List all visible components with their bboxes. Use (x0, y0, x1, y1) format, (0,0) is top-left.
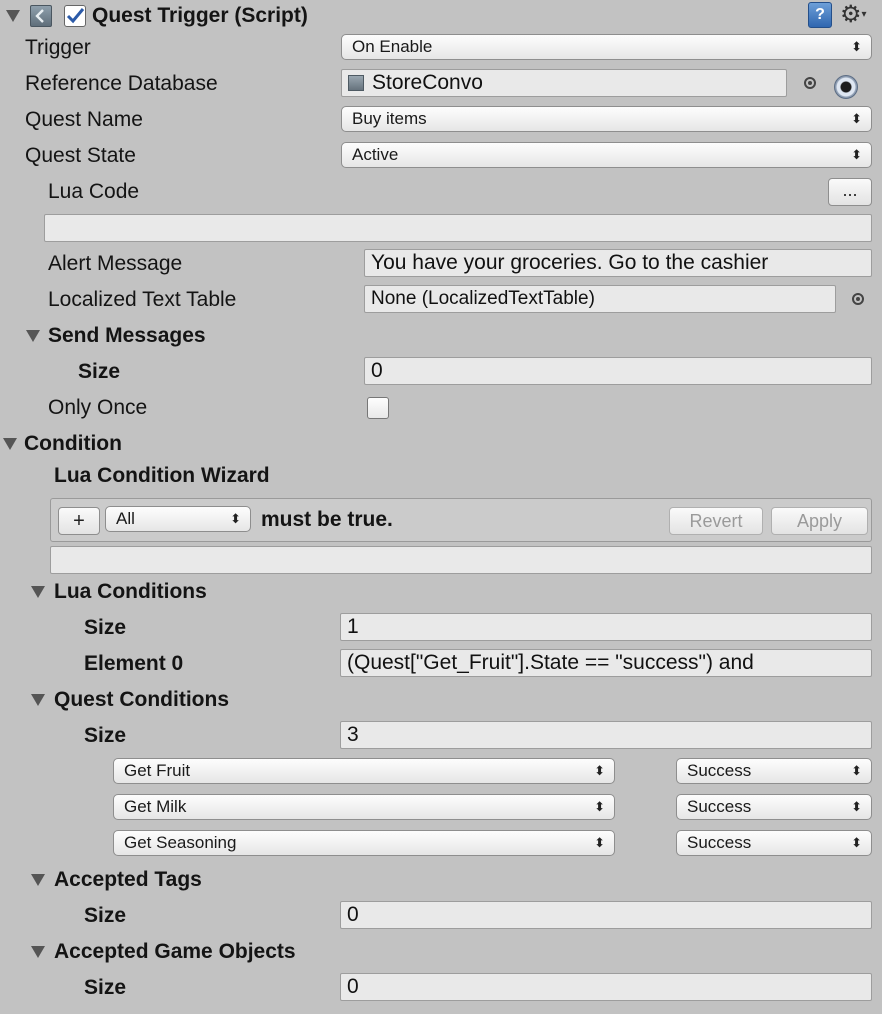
updown-arrows-icon: ⬍ (851, 763, 862, 778)
quest-name-value: Buy items (352, 109, 427, 128)
quest-condition-state-popup[interactable]: Success ⬍ (676, 758, 872, 784)
updown-arrows-icon: ⬍ (851, 147, 862, 162)
lua-code-label: Lua Code (48, 180, 140, 203)
quest-name-popup[interactable]: Buy items ⬍ (341, 106, 872, 132)
condition-label: Condition (24, 432, 122, 455)
quest-condition-quest-popup[interactable]: Get Seasoning ⬍ (113, 830, 615, 856)
lua-conditions-label: Lua Conditions (54, 580, 207, 603)
updown-arrows-icon: ⬍ (851, 111, 862, 126)
updown-arrows-icon: ⬍ (594, 763, 605, 778)
lua-code-field[interactable] (44, 214, 872, 242)
only-once-label: Only Once (48, 396, 148, 419)
component-foldout-icon[interactable] (6, 10, 20, 22)
send-messages-label: Send Messages (48, 324, 206, 347)
trigger-label: Trigger (25, 36, 91, 59)
reference-database-label: Reference Database (25, 72, 218, 95)
accepted-tags-foldout-icon[interactable] (31, 874, 45, 886)
updown-arrows-icon: ⬍ (851, 39, 862, 54)
checkmark-icon (66, 8, 85, 24)
lua-conditions-foldout-icon[interactable] (31, 586, 45, 598)
lua-conditions-size-label: Size (84, 616, 127, 639)
quest-condition-state-value: Success (687, 833, 752, 852)
alert-message-field[interactable]: You have your groceries. Go to the cashi… (364, 249, 872, 277)
quest-conditions-size-field[interactable]: 3 (340, 721, 872, 749)
send-messages-foldout-icon[interactable] (26, 330, 40, 342)
element-0-field[interactable]: (Quest["Get_Fruit"].State == "success") … (340, 649, 872, 677)
apply-button[interactable]: Apply (771, 507, 868, 535)
quest-condition-quest-value: Get Milk (124, 797, 187, 816)
quest-name-label: Quest Name (25, 108, 143, 131)
quest-conditions-size-label: Size (84, 724, 127, 747)
updown-arrows-icon: ⬍ (594, 799, 605, 814)
quest-state-popup[interactable]: Active ⬍ (341, 142, 872, 168)
quest-condition-quest-value: Get Seasoning (124, 833, 237, 852)
accepted-game-objects-size-label: Size (84, 976, 127, 999)
condition-mode-value: All (116, 509, 135, 528)
object-picker-icon[interactable] (804, 77, 816, 89)
quest-condition-state-value: Success (687, 797, 752, 816)
trigger-value: On Enable (352, 37, 433, 56)
component-title: Quest Trigger (Script) (92, 4, 308, 27)
reference-database-value: StoreConvo (372, 71, 483, 94)
element-0-label: Element 0 (84, 652, 184, 675)
quest-state-value: Active (352, 145, 399, 164)
help-icon[interactable]: ? (808, 2, 832, 28)
trigger-popup[interactable]: On Enable ⬍ (341, 34, 872, 60)
quest-condition-quest-popup[interactable]: Get Milk ⬍ (113, 794, 615, 820)
lua-conditions-size-field[interactable]: 1 (340, 613, 872, 641)
quest-conditions-label: Quest Conditions (54, 688, 229, 711)
updown-arrows-icon: ⬍ (851, 799, 862, 814)
alert-message-label: Alert Message (48, 252, 183, 275)
script-icon (30, 5, 52, 27)
quest-condition-quest-popup[interactable]: Get Fruit ⬍ (113, 758, 615, 784)
gear-icon[interactable]: ⚙▾ (840, 0, 872, 30)
revert-button[interactable]: Revert (669, 507, 763, 535)
quest-condition-state-popup[interactable]: Success ⬍ (676, 830, 872, 856)
wizard-output-field[interactable] (50, 546, 872, 574)
must-be-true-label: must be true. (261, 508, 393, 531)
updown-arrows-icon: ⬍ (594, 835, 605, 850)
quest-condition-quest-value: Get Fruit (124, 761, 191, 780)
send-messages-size-field[interactable]: 0 (364, 357, 872, 385)
add-condition-button[interactable]: + (58, 507, 100, 535)
condition-mode-popup[interactable]: All ⬍ (105, 506, 251, 532)
updown-arrows-icon: ⬍ (851, 835, 862, 850)
quest-state-label: Quest State (25, 144, 136, 167)
accepted-game-objects-foldout-icon[interactable] (31, 946, 45, 958)
localized-text-table-field[interactable]: None (LocalizedTextTable) (364, 285, 836, 313)
quest-condition-state-popup[interactable]: Success ⬍ (676, 794, 872, 820)
accepted-game-objects-size-field[interactable]: 0 (340, 973, 872, 1001)
accepted-tags-size-field[interactable]: 0 (340, 901, 872, 929)
updown-arrows-icon: ⬍ (230, 511, 241, 526)
localized-text-table-label: Localized Text Table (48, 288, 237, 311)
accepted-tags-size-label: Size (84, 904, 127, 927)
quest-condition-state-value: Success (687, 761, 752, 780)
radio-selected-icon[interactable] (834, 75, 858, 99)
reference-database-field[interactable]: StoreConvo (341, 69, 787, 97)
quest-conditions-foldout-icon[interactable] (31, 694, 45, 706)
object-picker-icon[interactable] (852, 293, 864, 305)
enabled-checkbox[interactable] (64, 5, 86, 27)
send-messages-size-label: Size (78, 360, 121, 383)
asset-icon (348, 75, 364, 91)
accepted-tags-label: Accepted Tags (54, 868, 202, 891)
lua-condition-wizard-label: Lua Condition Wizard (54, 464, 270, 487)
accepted-game-objects-label: Accepted Game Objects (54, 940, 296, 963)
lua-code-wizard-button[interactable]: ... (828, 178, 872, 206)
condition-foldout-icon[interactable] (3, 438, 17, 450)
only-once-checkbox[interactable] (367, 397, 389, 419)
